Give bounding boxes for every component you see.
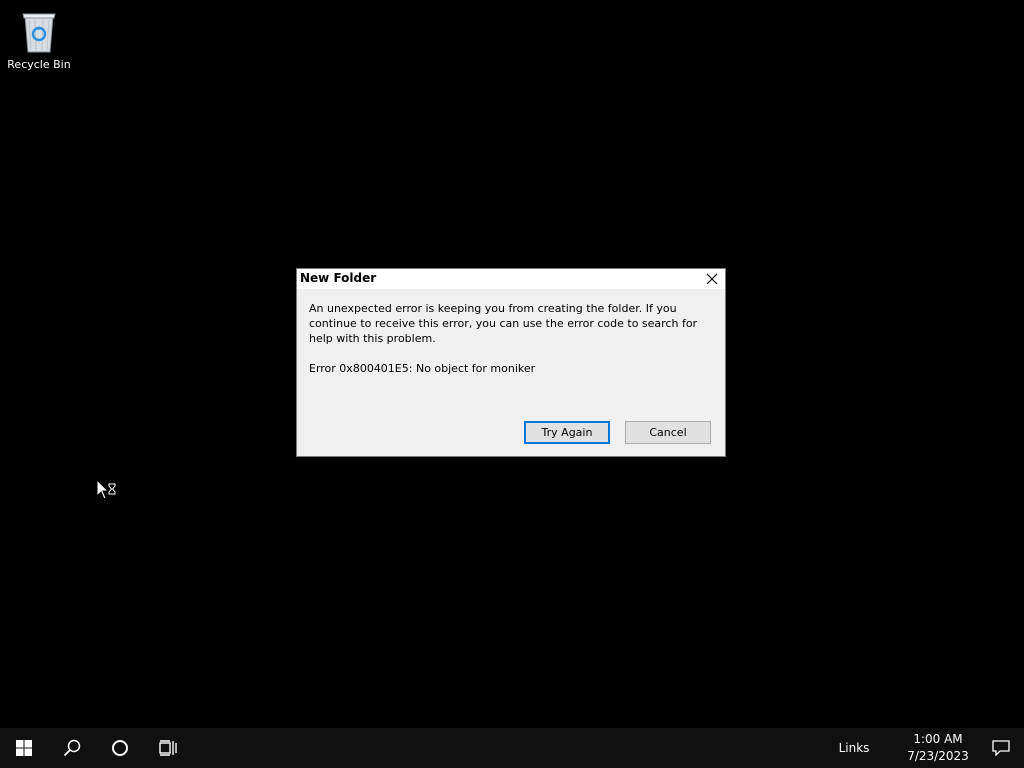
recycle-bin-label: Recycle Bin [7,58,71,71]
links-toolbar[interactable]: Links [830,728,878,768]
try-again-button[interactable]: Try Again [524,421,610,444]
taskbar-clock[interactable]: 1:00 AM 7/23/2023 [898,728,978,768]
notification-icon [992,740,1010,756]
new-folder-error-dialog: New Folder An unexpected error is keepin… [296,268,726,457]
search-button[interactable] [48,728,96,768]
taskbar: Links 1:00 AM 7/23/2023 [0,728,1024,768]
search-icon [63,739,81,757]
start-button[interactable] [0,728,48,768]
arrow-busy-cursor-icon [96,478,120,501]
task-view-button[interactable] [144,728,192,768]
dialog-titlebar[interactable]: New Folder [297,269,725,289]
clock-date: 7/23/2023 [907,749,969,763]
clock-time: 1:00 AM [913,732,963,746]
dialog-error-code: Error 0x800401E5: No object for moniker [309,362,536,375]
dialog-message: An unexpected error is keeping you from … [309,302,698,345]
dialog-body: An unexpected error is keeping you from … [309,301,717,376]
cortana-circle-icon [112,740,128,756]
desktop: Recycle Bin New Folder An unexpected err… [0,0,1024,728]
windows-start-icon [16,740,32,756]
task-view-icon [159,740,177,756]
cortana-button[interactable] [96,728,144,768]
dialog-close-button[interactable] [699,269,725,289]
dialog-title: New Folder [300,271,377,285]
cancel-button[interactable]: Cancel [625,421,711,444]
close-icon [706,273,718,285]
recycle-bin-icon [19,8,59,54]
recycle-bin-shortcut[interactable]: Recycle Bin [6,6,72,76]
action-center-button[interactable] [978,728,1024,768]
